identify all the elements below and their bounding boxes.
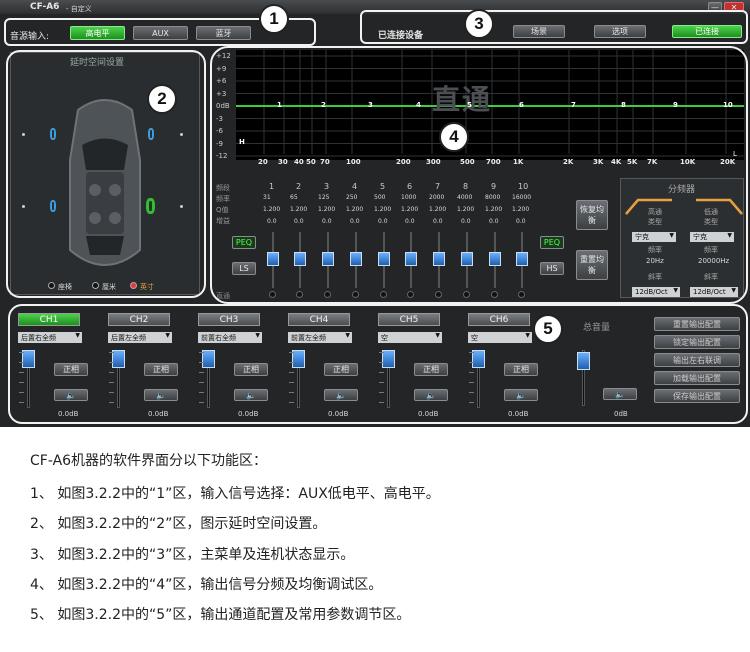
caption-item: 3、 如图3.2.2中的“3”区，主菜单及连机状态显示。	[30, 547, 355, 563]
app-window: CF-A6 - 自定义 — ✕ 音源输入: 高电平 AUX 蓝牙 已连接设备 场…	[0, 0, 750, 427]
zone-3-marker: 3	[464, 9, 494, 39]
zone-2-box	[6, 50, 206, 298]
caption-item: 4、 如图3.2.2中的“4”区，输出信号分频及均衡调试区。	[30, 577, 383, 593]
zone-4-box	[210, 46, 748, 304]
app-subtitle: - 自定义	[66, 5, 92, 13]
zone-5-marker: 5	[533, 314, 563, 344]
zone-2-marker: 2	[147, 84, 177, 114]
app-title: CF-A6	[30, 2, 60, 12]
caption-item: 5、 如图3.2.2中的“5”区，输出通道配置及常用参数调节区。	[30, 607, 411, 623]
caption-intro: CF-A6机器的软件界面分以下功能区：	[30, 453, 268, 469]
caption-item: 2、 如图3.2.2中的“2”区，图示延时空间设置。	[30, 516, 327, 532]
zone-3-box	[360, 10, 748, 44]
zone-4-marker: 4	[439, 122, 469, 152]
caption-item: 1、 如图3.2.2中的“1”区，输入信号选择：AUX低电平、高电平。	[30, 486, 440, 502]
zone-1-marker: 1	[259, 4, 289, 34]
zone-5-box	[8, 304, 748, 424]
